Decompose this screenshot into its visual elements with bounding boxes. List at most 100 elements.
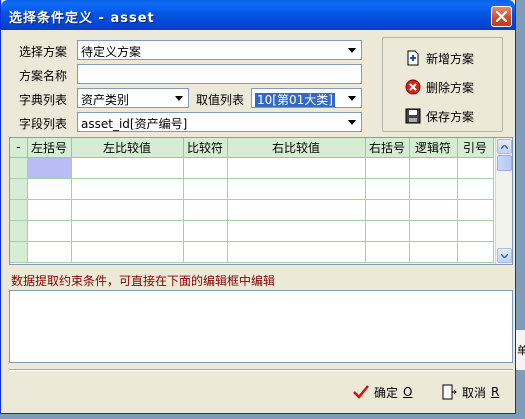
grid-cell[interactable] (27, 241, 72, 263)
chevron-down-icon[interactable] (171, 90, 187, 106)
condition-editor[interactable] (9, 290, 513, 363)
new-scheme-label: 新增方案 (426, 51, 475, 66)
grid-cell[interactable] (183, 220, 228, 242)
dict-select-value: 资产类别 (81, 93, 130, 107)
ok-shortcut: O (403, 385, 413, 399)
ok-button[interactable]: 确定 O (353, 381, 412, 403)
grid-cell[interactable] (27, 178, 72, 200)
door-exit-icon (442, 384, 457, 400)
grid-header-quote[interactable]: 引号 (457, 138, 494, 158)
grid-cell[interactable] (409, 220, 458, 242)
grid-cell[interactable] (365, 199, 410, 221)
scheme-label: 选择方案 (19, 45, 68, 59)
grid-header-right-value[interactable]: 右比较值 (227, 138, 366, 158)
range-label: 取值列表 (196, 93, 245, 107)
field-select[interactable]: asset_id[资产编号] (77, 112, 362, 132)
grid-cell[interactable] (71, 220, 184, 242)
scheme-name-input[interactable] (77, 64, 362, 84)
row-indicator-cell[interactable] (10, 199, 28, 221)
grid-header-operator[interactable]: 比较符 (183, 138, 228, 158)
grid-cell[interactable] (183, 199, 228, 221)
grid-cell[interactable] (227, 241, 366, 263)
scheme-select-value: 待定义方案 (81, 45, 142, 59)
grid-cell[interactable] (227, 157, 366, 179)
save-scheme-label: 保存方案 (426, 109, 475, 124)
delete-scheme-button[interactable]: 删除方案 (405, 75, 474, 99)
grid-cell[interactable] (27, 157, 72, 179)
grid-cell[interactable] (27, 220, 72, 242)
dict-label: 字典列表 (19, 93, 68, 107)
dict-select[interactable]: 资产类别 (77, 88, 189, 108)
grid-header-logic[interactable]: 逻辑符 (409, 138, 458, 158)
row-indicator-cell[interactable] (10, 220, 28, 242)
table-row[interactable] (10, 178, 494, 200)
grid-cell[interactable] (409, 241, 458, 263)
grid-header-right-paren[interactable]: 右括号 (365, 138, 410, 158)
grid-cell[interactable] (457, 157, 494, 179)
grid-vertical-scrollbar[interactable] (495, 138, 512, 264)
window-title: 选择条件定义 - asset (9, 11, 155, 26)
scheme-actions-group: 新增方案 删除方案 保存方案 (382, 37, 503, 132)
delete-icon (405, 79, 421, 95)
table-row[interactable] (10, 157, 494, 179)
row-indicator-cell[interactable] (10, 178, 28, 200)
grid-cell[interactable] (183, 157, 228, 179)
grid-cell[interactable] (27, 199, 72, 221)
table-row[interactable] (10, 220, 494, 242)
scheme-select[interactable]: 待定义方案 (77, 40, 362, 60)
grid-cell[interactable] (227, 199, 366, 221)
chevron-down-icon (501, 253, 508, 258)
grid-cell[interactable] (365, 241, 410, 263)
grid-cell[interactable] (409, 178, 458, 200)
condition-grid[interactable]: - 左括号 左比较值 比较符 右比较值 右括号 逻辑符 引号 (9, 137, 513, 265)
cancel-shortcut: R (491, 385, 500, 399)
chevron-down-icon[interactable] (344, 42, 360, 58)
title-bar[interactable]: 选择条件定义 - asset (1, 0, 515, 30)
delete-scheme-label: 删除方案 (426, 80, 475, 95)
grid-cell[interactable] (409, 199, 458, 221)
range-select[interactable]: 10[第01大类] (251, 88, 362, 108)
table-row[interactable] (10, 199, 494, 221)
grid-cell[interactable] (183, 241, 228, 263)
grid-cell[interactable] (183, 178, 228, 200)
new-document-icon (407, 50, 419, 66)
table-row[interactable] (10, 241, 494, 263)
scheme-name-label: 方案名称 (19, 69, 68, 83)
grid-cell[interactable] (71, 157, 184, 179)
grid-cell[interactable] (457, 241, 494, 263)
grid-cell[interactable] (227, 178, 366, 200)
grid-header-indicator[interactable]: - (10, 138, 28, 158)
scroll-down-button[interactable] (497, 248, 512, 263)
constraint-hint: 数据提取约束条件，可直接在下面的编辑框中编辑 (11, 274, 276, 288)
grid-cell[interactable] (365, 220, 410, 242)
background-window-text: 单 (517, 344, 525, 357)
cancel-label: 取消 (462, 385, 487, 400)
grid-cell[interactable] (71, 178, 184, 200)
close-button[interactable] (491, 6, 512, 27)
grid-header-left-paren[interactable]: 左括号 (27, 138, 72, 158)
footer-divider (9, 369, 513, 371)
chevron-down-icon[interactable] (344, 114, 360, 130)
grid-cell[interactable] (457, 178, 494, 200)
range-selected-text: 10[第01大类] (255, 93, 335, 107)
scroll-up-button[interactable] (497, 139, 512, 154)
save-scheme-button[interactable]: 保存方案 (405, 104, 474, 128)
grid-cell[interactable] (457, 220, 494, 242)
grid-cell[interactable] (457, 199, 494, 221)
grid-cell[interactable] (71, 199, 184, 221)
chevron-up-icon (501, 144, 508, 149)
grid-cell[interactable] (409, 157, 458, 179)
grid-cell[interactable] (365, 157, 410, 179)
grid-header-left-value[interactable]: 左比较值 (71, 138, 184, 158)
scroll-thumb[interactable] (497, 155, 512, 171)
chevron-down-icon[interactable] (344, 90, 360, 106)
row-indicator-cell[interactable] (10, 241, 28, 263)
save-disk-icon (405, 108, 421, 124)
grid-cell[interactable] (365, 178, 410, 200)
grid-cell[interactable] (71, 241, 184, 263)
new-scheme-button[interactable]: 新增方案 (405, 46, 474, 70)
cancel-button[interactable]: 取消 R (441, 381, 499, 403)
grid-cell[interactable] (227, 220, 366, 242)
row-indicator-cell[interactable] (10, 157, 28, 179)
grid-header-row: - 左括号 左比较值 比较符 右比较值 右括号 逻辑符 引号 (10, 138, 494, 158)
